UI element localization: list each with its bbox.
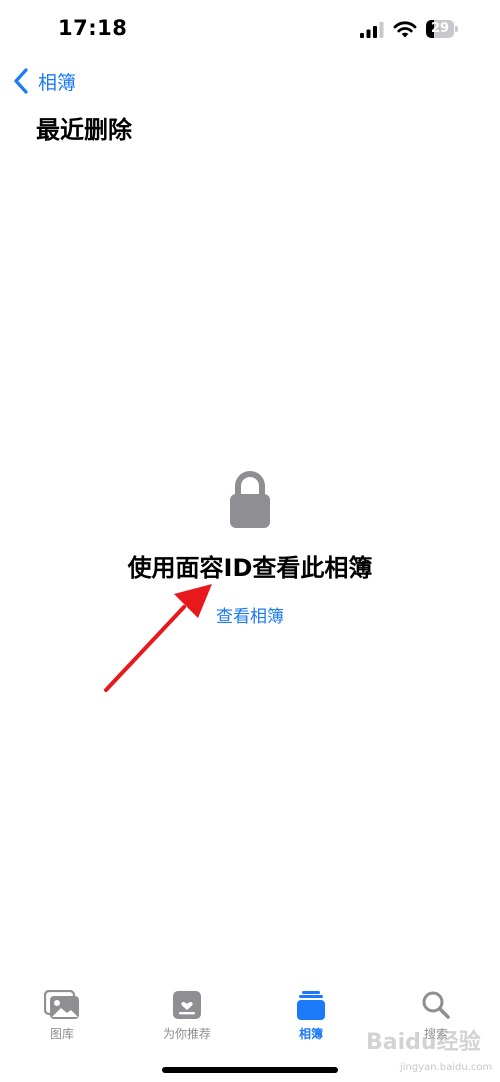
back-label: 相簿 <box>38 71 77 94</box>
lock-icon <box>230 471 270 528</box>
photo-library-icon <box>44 990 79 1019</box>
back-button[interactable]: 相簿 <box>12 66 76 96</box>
lock-message: 使用面容ID查看此相簿 <box>127 554 373 582</box>
cellular-signal-icon <box>360 22 384 38</box>
status-bar: 17:18 29 <box>0 0 500 60</box>
tab-albums[interactable]: 相簿 <box>266 990 356 1042</box>
watermark: Baidu经验 <box>366 1030 481 1055</box>
wifi-icon <box>393 21 417 38</box>
albums-icon <box>297 991 325 1020</box>
annotation-arrow-icon <box>104 584 212 692</box>
for-you-icon <box>173 991 201 1019</box>
home-indicator[interactable] <box>162 1067 338 1073</box>
watermark-url: jingyan.baidu.com <box>400 1062 493 1073</box>
battery-level: 29 <box>430 21 450 36</box>
tab-library[interactable]: 图库 <box>17 990 107 1042</box>
tab-for-you[interactable]: 为你推荐 <box>142 990 232 1042</box>
page-title: 最近删除 <box>36 116 132 144</box>
view-album-link[interactable]: 查看相簿 <box>0 602 500 627</box>
tab-label: 为你推荐 <box>162 1027 211 1041</box>
chevron-left-icon <box>14 68 28 94</box>
status-time: 17:18 <box>58 16 128 40</box>
tab-label: 相簿 <box>298 1027 323 1041</box>
tab-label: 图库 <box>49 1027 74 1041</box>
search-icon <box>422 991 450 1019</box>
battery-icon: 29 <box>426 20 460 38</box>
